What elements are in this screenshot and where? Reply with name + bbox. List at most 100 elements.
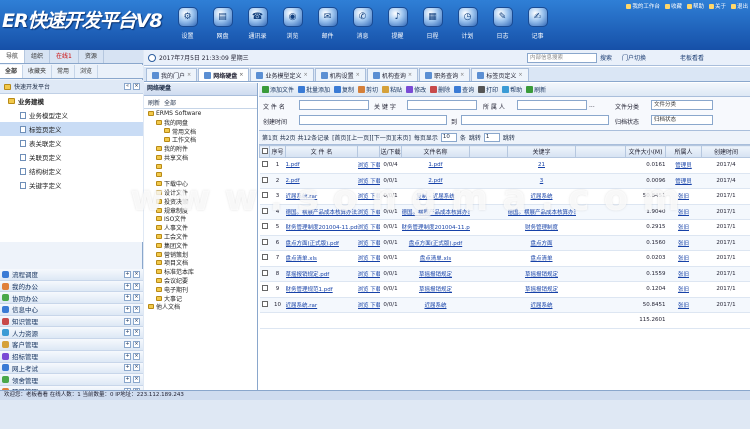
table-cell[interactable]: 管理员: [666, 158, 702, 174]
toolbar-button-5[interactable]: 修改: [406, 85, 426, 94]
close-icon[interactable]: ×: [460, 72, 464, 78]
table-cell[interactable]: 盘点方面: [508, 235, 576, 251]
file-tree-node[interactable]: ERMS Software: [144, 109, 257, 118]
nav-button-8[interactable]: ◷计划: [450, 4, 485, 48]
table-cell[interactable]: 近届系统: [402, 297, 470, 313]
toolbar-button-1[interactable]: 批量添加: [298, 85, 330, 94]
table-cell[interactable]: 近届系统: [508, 297, 576, 313]
table-cell[interactable]: 草摇报销规定: [508, 282, 576, 298]
row-checkbox-cell[interactable]: [260, 282, 270, 298]
close-icon[interactable]: ×: [303, 72, 307, 78]
user-menu[interactable]: 老板看看: [680, 53, 704, 62]
row-checkbox-cell[interactable]: [260, 251, 270, 267]
nav-button-9[interactable]: ✎日志: [485, 4, 520, 48]
expand-icon[interactable]: +: [124, 376, 131, 383]
all-tree-button[interactable]: 全部: [164, 98, 176, 107]
per-page-input[interactable]: 10: [441, 133, 457, 142]
expand-icon[interactable]: +: [124, 353, 131, 360]
file-name-input[interactable]: [299, 100, 369, 110]
row-checkbox[interactable]: [262, 285, 268, 291]
table-cell[interactable]: 草摇报销规定: [508, 266, 576, 282]
close-icon[interactable]: ×: [133, 283, 140, 290]
expand-icon[interactable]: +: [124, 271, 131, 278]
table-cell[interactable]: 1.pdf: [286, 158, 358, 174]
row-checkbox-cell[interactable]: [260, 266, 270, 282]
row-checkbox[interactable]: [262, 239, 268, 245]
page-tab-5[interactable]: 职务查询×: [419, 68, 470, 81]
table-cell[interactable]: 财务管理规范1.pdf: [286, 282, 358, 298]
sidebar-menu-item[interactable]: 信息中心+×: [0, 304, 143, 316]
file-tree-node[interactable]: 标准范本库: [144, 267, 257, 276]
owner-picker-button[interactable]: ...: [589, 102, 595, 109]
sidebar-menu-item[interactable]: 知识管理+×: [0, 316, 143, 328]
table-cell[interactable]: 1.pdf: [402, 158, 470, 174]
table-cell[interactable]: 草摇报销规定: [402, 266, 470, 282]
file-tree-node[interactable]: 项目文档: [144, 259, 257, 268]
owner-input[interactable]: [517, 100, 587, 110]
page-tab-2[interactable]: 业务模型定义×: [250, 68, 313, 81]
expand-icon[interactable]: +: [124, 341, 131, 348]
table-cell[interactable]: 张旧: [666, 235, 702, 251]
table-row[interactable]: 6盘点方面(正式版).pdf浏览 下载0/0/1盘点方面(正式版).pdf盘点方…: [260, 235, 750, 251]
sidebar-subtab-3[interactable]: 浏览: [75, 65, 98, 78]
table-cell[interactable]: 财务管理制度201004-11.pdf: [286, 220, 358, 236]
table-cell[interactable]: 浏览 下载: [358, 297, 380, 313]
page-tab-3[interactable]: 机构设置×: [315, 68, 366, 81]
expand-icon[interactable]: +: [124, 329, 131, 336]
file-tree-node[interactable]: [144, 162, 257, 171]
table-cell[interactable]: 浏览 下载: [358, 235, 380, 251]
row-checkbox-cell[interactable]: [260, 220, 270, 236]
sidebar-menu-item[interactable]: 领舍管理+×: [0, 374, 143, 386]
nav-button-10[interactable]: ✍记事: [520, 4, 555, 48]
top-link-2[interactable]: 帮助: [687, 1, 704, 11]
file-tree-node[interactable]: 营销策划: [144, 250, 257, 259]
file-tree-node[interactable]: 电子期刊: [144, 285, 257, 294]
toolbar-button-9[interactable]: 帮助: [502, 85, 522, 94]
expand-icon[interactable]: +: [124, 318, 131, 325]
created-to-input[interactable]: [461, 115, 609, 125]
table-cell[interactable]: 张旧: [666, 266, 702, 282]
table-cell[interactable]: 张旧: [666, 251, 702, 267]
sidebar-tab-1[interactable]: 组织: [25, 50, 50, 63]
toolbar-button-10[interactable]: 刷新: [526, 85, 546, 94]
file-tree-node[interactable]: 集团文件: [144, 241, 257, 250]
close-icon[interactable]: ×: [133, 318, 140, 325]
close-icon[interactable]: ×: [239, 72, 243, 78]
close-icon[interactable]: ×: [133, 306, 140, 313]
jump-button[interactable]: 跳转: [503, 133, 515, 142]
file-tree-node[interactable]: 大事记: [144, 294, 257, 303]
created-from-input[interactable]: [299, 115, 447, 125]
close-icon[interactable]: ×: [133, 376, 140, 383]
close-icon[interactable]: ×: [133, 353, 140, 360]
sidebar-subtab-2[interactable]: 常用: [52, 65, 75, 78]
sidebar-menu-item[interactable]: 招标管理+×: [0, 351, 143, 363]
table-cell[interactable]: 草摇报销规定.pdf: [286, 266, 358, 282]
file-tree-node[interactable]: 工会文件: [144, 232, 257, 241]
category-select[interactable]: 文件分类: [651, 100, 713, 110]
top-link-4[interactable]: 退出: [731, 1, 748, 11]
search-button[interactable]: 搜索: [600, 53, 612, 62]
tree-node[interactable]: 结构树定义: [0, 164, 143, 178]
keyword-input[interactable]: [407, 100, 477, 110]
sidebar-menu-item[interactable]: 网上考试+×: [0, 363, 143, 375]
tree-node[interactable]: 标签页定义: [0, 122, 143, 136]
top-link-3[interactable]: 关于: [709, 1, 726, 11]
close-icon[interactable]: ×: [356, 72, 360, 78]
nav-button-2[interactable]: ☎通讯录: [240, 4, 275, 48]
row-checkbox-cell[interactable]: [260, 297, 270, 313]
row-checkbox-cell[interactable]: [260, 235, 270, 251]
nav-button-5[interactable]: ✆消息: [345, 4, 380, 48]
row-checkbox[interactable]: [262, 270, 268, 276]
expand-icon[interactable]: +: [124, 306, 131, 313]
close-icon[interactable]: ×: [133, 83, 140, 90]
toolbar-button-8[interactable]: 打印: [478, 85, 498, 94]
page-tab-0[interactable]: 我的门户×: [146, 68, 197, 81]
toolbar-button-4[interactable]: 粘贴: [382, 85, 402, 94]
sidebar-menu-item[interactable]: 客户管理+×: [0, 339, 143, 351]
close-icon[interactable]: ×: [133, 329, 140, 336]
table-cell[interactable]: 盘点清单: [508, 251, 576, 267]
sidebar-menu-item[interactable]: 人力资源+×: [0, 327, 143, 339]
sidebar-menu-item[interactable]: 协同办公+×: [0, 292, 143, 304]
close-icon[interactable]: ×: [133, 341, 140, 348]
nav-button-6[interactable]: ♪提醒: [380, 4, 415, 48]
